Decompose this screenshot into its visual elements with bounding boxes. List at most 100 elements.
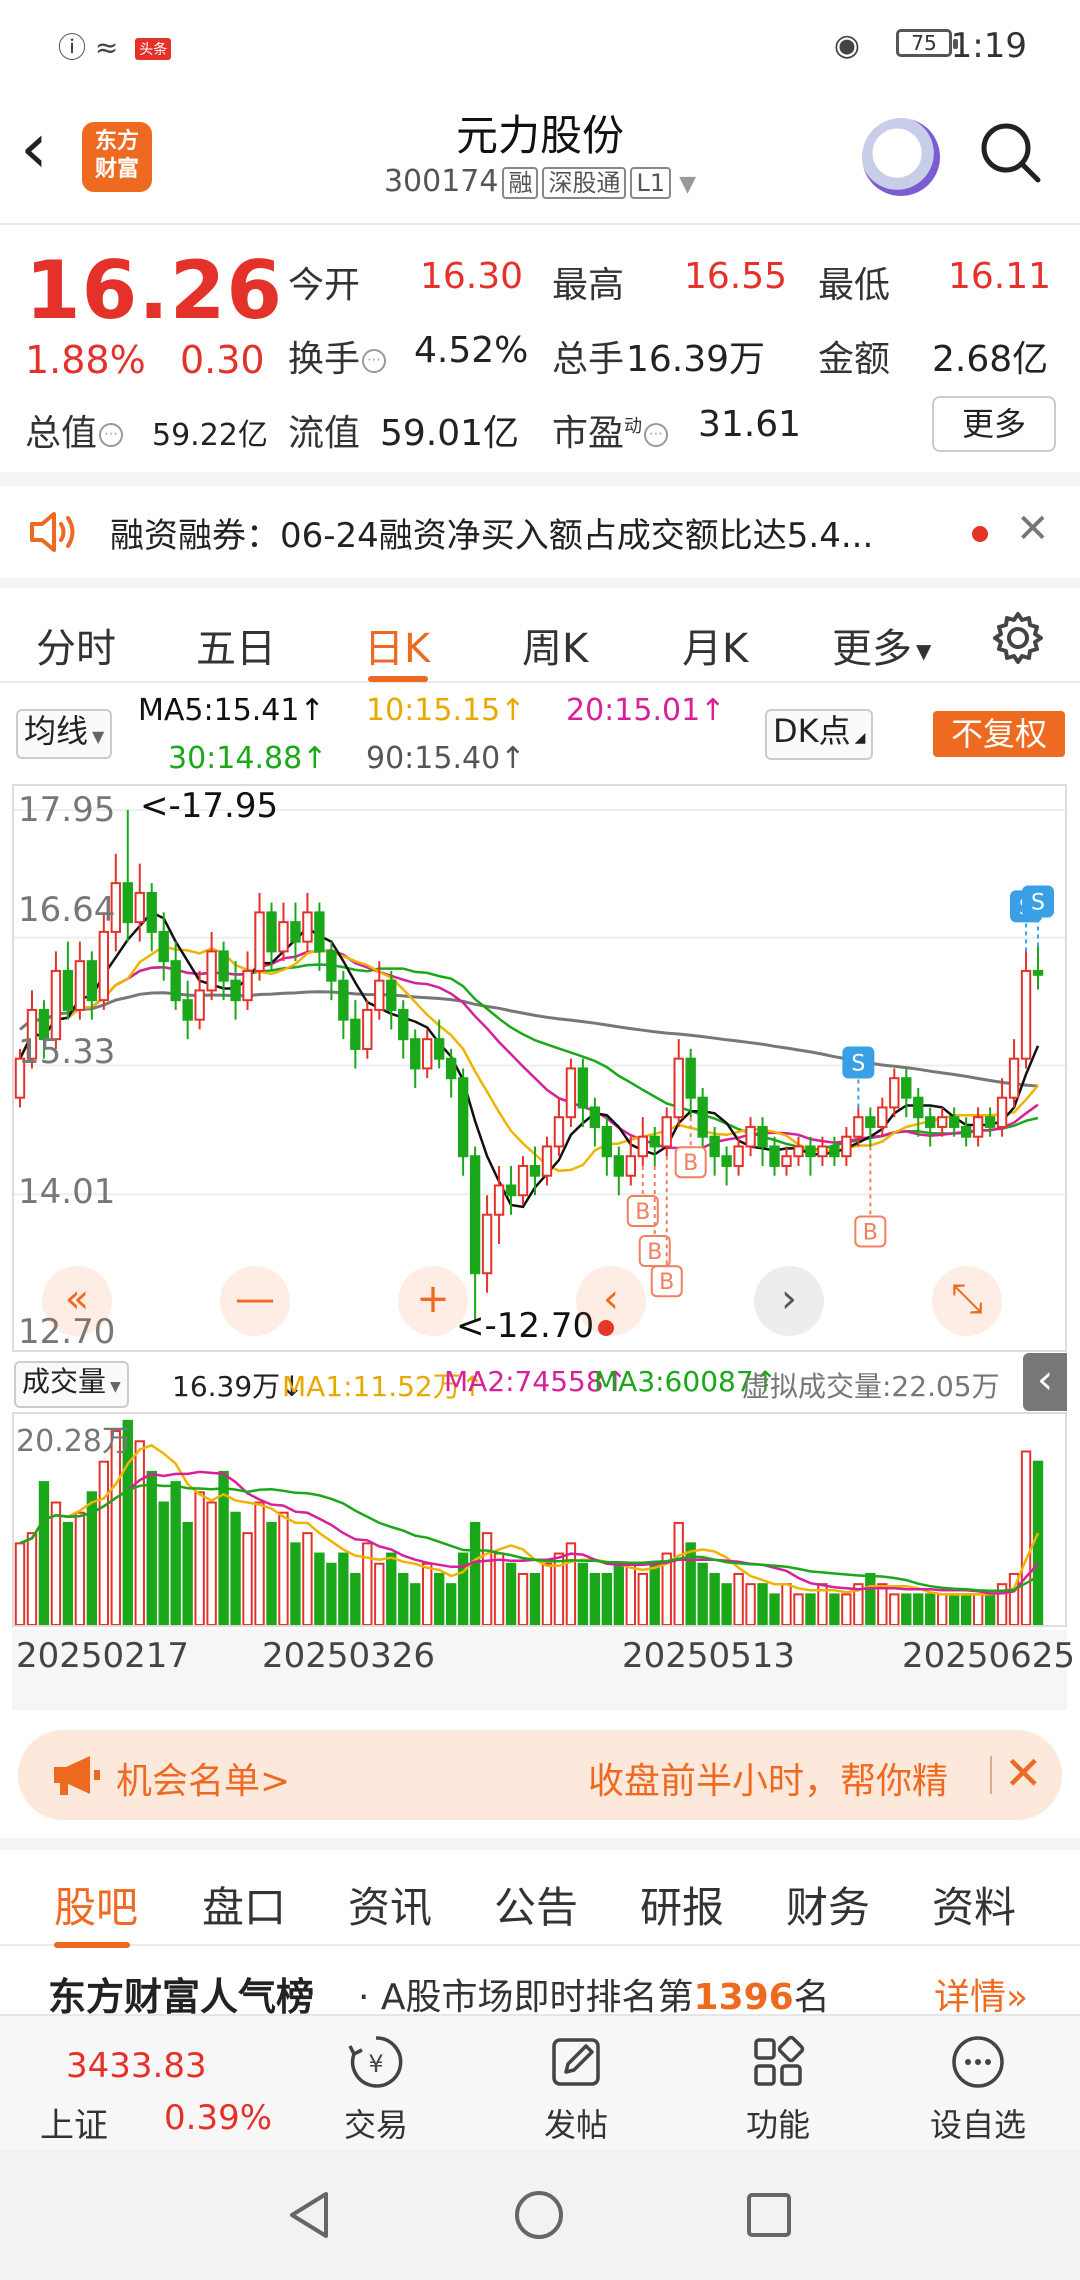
volume-bar: [170, 1481, 181, 1625]
open-label: 今开: [288, 265, 361, 306]
gear-icon[interactable]: [990, 610, 1046, 666]
tab-intraday[interactable]: 分时: [36, 616, 116, 674]
candle: [481, 1213, 493, 1275]
candle: [302, 911, 313, 943]
volume-bar: [206, 1501, 217, 1625]
candle: [589, 1106, 601, 1128]
volume-bar: [410, 1583, 421, 1625]
candle: [913, 1096, 924, 1119]
tab-research[interactable]: 研报: [640, 1874, 724, 1935]
margin-notice[interactable]: 融资融券：06-24融资净买入额占成交额比达5.4... ✕: [0, 472, 1080, 577]
stock-code: 300174: [383, 164, 499, 199]
candle: [326, 950, 337, 982]
scroll-right-icon[interactable]: ›: [754, 1266, 824, 1336]
tab-finance[interactable]: 财务: [786, 1874, 870, 1935]
dropdown-icon[interactable]: ▼: [679, 172, 696, 197]
more-button[interactable]: 更多: [932, 396, 1056, 452]
nav-home-icon[interactable]: [512, 2188, 566, 2242]
candle: [254, 911, 265, 972]
scroll-left-icon[interactable]: ‹: [576, 1266, 646, 1336]
zoom-out-icon[interactable]: —: [220, 1266, 290, 1336]
tab-news[interactable]: 资讯: [348, 1874, 432, 1935]
index-name: 上证: [40, 2106, 108, 2146]
add-watchlist-button[interactable]: 设自选: [908, 2032, 1048, 2146]
indicator-select[interactable]: 均线 ▼: [16, 709, 113, 759]
zoom-in-icon[interactable]: +: [398, 1266, 468, 1336]
candle: [841, 1135, 852, 1158]
candle: [230, 979, 241, 1002]
rewind-icon[interactable]: «: [42, 1266, 112, 1336]
candle: [422, 1038, 433, 1070]
volume-bar: [50, 1501, 62, 1625]
volume-chart[interactable]: 20.28万: [12, 1412, 1067, 1627]
info-icon[interactable]: ⋯: [99, 423, 124, 447]
candle: [709, 1135, 720, 1158]
kline-chart[interactable]: SSSBBBBB 17.95 16.64 15.33 14.01 12.70 <…: [12, 784, 1067, 1352]
candle: [62, 969, 74, 1011]
search-icon[interactable]: [978, 120, 1042, 184]
dk-point-select[interactable]: DK点 ◢: [765, 709, 874, 760]
volume-bar: [230, 1511, 241, 1625]
tab-weekly-k[interactable]: 周K: [522, 616, 588, 674]
volume-value: 16.39万: [626, 339, 766, 380]
volume-select[interactable]: 成交量 ▼: [14, 1361, 129, 1408]
tab-announcements[interactable]: 公告: [494, 1874, 578, 1935]
opportunity-banner[interactable]: 机会名单> 收盘前半小时，帮你精 ✕: [18, 1730, 1062, 1820]
volume-bar: [541, 1562, 553, 1625]
volume-bar: [984, 1593, 996, 1625]
tab-five-day[interactable]: 五日: [196, 616, 276, 674]
candle: [398, 1008, 409, 1041]
tab-more[interactable]: 更多 ▼: [832, 616, 931, 674]
nav-back-icon[interactable]: [282, 2188, 336, 2242]
assistant-avatar-icon[interactable]: [862, 118, 940, 196]
divider: [990, 1756, 992, 1794]
tab-profile[interactable]: 资料: [932, 1874, 1016, 1935]
volume-legend: 成交量 ▼ 16.39万↓ MA1:11.52万↑ MA2:74558↑ MA3:…: [12, 1353, 1067, 1411]
opportunity-title[interactable]: 机会名单>: [116, 1752, 290, 1804]
status-bar: ⓘ ≈ 头条 ◉ 75 1:19: [0, 0, 1080, 90]
x-tick-label: 20250513: [622, 1636, 796, 1676]
post-button[interactable]: 发帖: [506, 2032, 646, 2146]
info-tabs: 股吧 盘口 资讯 公告 研报 财务 资料: [0, 1838, 1080, 1948]
candle: [517, 1164, 529, 1197]
volume-bar: [62, 1521, 74, 1625]
tab-daily-k[interactable]: 日K: [364, 616, 430, 674]
open-value: 16.30: [420, 256, 524, 297]
amount-value: 2.68亿: [932, 339, 1049, 380]
volume-bar: [314, 1552, 325, 1625]
candle: [374, 979, 385, 1011]
popularity-rank[interactable]: 东方财富人气榜 · A股市场即时排名第1396名 详情»: [0, 1948, 1080, 2018]
volume-bar: [745, 1583, 756, 1625]
volume-bar: [841, 1593, 852, 1625]
info-icon[interactable]: ⋯: [362, 349, 387, 373]
functions-button[interactable]: 功能: [708, 2032, 848, 2146]
candle: [757, 1125, 768, 1148]
buy-signal-label: B: [659, 1270, 674, 1295]
info-icon[interactable]: ⋯: [644, 423, 669, 447]
volume-bar: [637, 1572, 648, 1625]
volume-bar: [697, 1562, 708, 1625]
close-icon[interactable]: ✕: [1004, 1746, 1043, 1800]
volume-bar: [673, 1521, 684, 1625]
candle: [972, 1116, 984, 1138]
unread-dot: [972, 526, 988, 542]
candle: [805, 1145, 816, 1158]
tab-guba[interactable]: 股吧: [54, 1874, 138, 1935]
volume-bar: [577, 1562, 589, 1625]
nav-recents-icon[interactable]: [742, 2188, 796, 2242]
rank-detail-link[interactable]: 详情»: [934, 1968, 1028, 2018]
notice-text: 融资融券：06-24融资净买入额占成交额比达5.4...: [110, 516, 874, 556]
candle: [50, 969, 62, 1041]
trade-button[interactable]: ¥ 交易: [306, 2032, 446, 2146]
volume-bar: [948, 1593, 960, 1625]
collapse-icon[interactable]: ‹: [1023, 1353, 1067, 1411]
volume-label: 总手: [552, 339, 625, 380]
close-icon[interactable]: ✕: [1016, 506, 1050, 552]
tab-monthly-k[interactable]: 月K: [682, 616, 748, 674]
tab-pankou[interactable]: 盘口: [202, 1874, 286, 1935]
candle: [577, 1067, 589, 1109]
fullscreen-icon[interactable]: ⤡: [932, 1266, 1002, 1336]
volume-bar: [601, 1572, 613, 1625]
no-adjust-button[interactable]: 不复权: [933, 711, 1065, 757]
bottom-toolbar: 3433.83 上证 0.39% ¥ 交易 发帖 功能 设自选: [0, 2014, 1080, 2150]
